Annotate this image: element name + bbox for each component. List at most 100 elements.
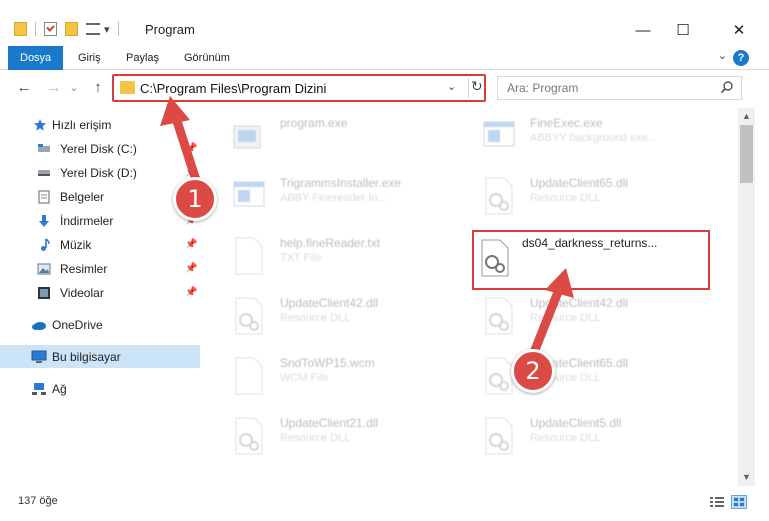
divider: [35, 22, 36, 36]
annotation-badge-1: 1: [173, 177, 217, 221]
file-name: UpdateClient21.dll: [280, 416, 379, 430]
file-name: ds04_darkness_returns...: [522, 236, 658, 250]
sidebar-item-label: Hızlı erişim: [52, 117, 112, 132]
file-name: UpdateClient65.dll: [530, 176, 629, 190]
list-item[interactable]: UpdateClient42.dll Resource DLL: [218, 288, 468, 340]
refresh-button[interactable]: ↻: [471, 78, 483, 95]
folder-icon[interactable]: [14, 22, 27, 36]
dll-icon: [235, 417, 263, 455]
dll-icon: [481, 239, 509, 277]
tab-giris[interactable]: Giriş: [66, 46, 113, 70]
vertical-scrollbar[interactable]: ▲ ▼: [738, 108, 755, 486]
dll-icon: [485, 417, 513, 455]
dll-icon: [235, 297, 263, 335]
sidebar-item-label: Videolar: [60, 285, 104, 300]
pin-icon: 📌: [185, 239, 198, 250]
cloud-icon: [32, 321, 46, 330]
file-name: help.fineReader.txt: [280, 236, 381, 250]
search-input[interactable]: Ara: Program: [507, 81, 578, 95]
details-view-icon[interactable]: [709, 495, 725, 509]
sidebar-item-onedrive[interactable]: OneDrive: [0, 313, 200, 336]
tab-gorunum[interactable]: Görünüm: [172, 46, 242, 70]
file-type: Resource DLL: [530, 192, 601, 204]
txt-icon: [235, 357, 263, 395]
title-bar: ▾ Program — ☐ ✕: [0, 0, 769, 46]
address-path[interactable]: C:\Program Files\Program Dizini: [140, 81, 326, 96]
scroll-thumb[interactable]: [740, 125, 753, 183]
file-type: Resource DLL: [280, 432, 351, 444]
sidebar-item-music[interactable]: Müzik 📌: [0, 233, 200, 256]
maximize-button[interactable]: ☐: [660, 14, 706, 46]
navigation-bar: ← → ⌄ ↑ C:\Program Files\Program Dizini …: [0, 70, 769, 108]
ribbon-tabs: Dosya Giriş Paylaş Görünüm ⌄ ?: [0, 46, 769, 70]
scroll-down-button[interactable]: ▼: [738, 469, 755, 486]
file-name: TrigrammsInstaller.exe: [280, 176, 401, 190]
sidebar-item-videos[interactable]: Videolar 📌: [0, 281, 200, 304]
file-name: UpdateClient42.dll: [530, 296, 629, 310]
list-item[interactable]: TrigrammsInstaller.exe ABBY Finereader I…: [218, 168, 468, 220]
search-icon: [720, 81, 733, 94]
divider: [468, 78, 469, 98]
list-item[interactable]: FineExec.exe ABBYY background exe...: [468, 108, 718, 160]
close-button[interactable]: ✕: [716, 14, 762, 46]
list-item[interactable]: UpdateClient21.dll Resource DLL: [218, 408, 468, 460]
recent-locations-button[interactable]: ⌄: [64, 78, 84, 98]
list-item[interactable]: UpdateClient5.dll Resource DLL: [468, 408, 718, 460]
up-button[interactable]: ↑: [88, 78, 108, 98]
sidebar-item-label: Ağ: [52, 381, 67, 396]
star-icon: [34, 118, 46, 131]
tiles-view-icon[interactable]: [731, 495, 747, 509]
ribbon-collapse-icon[interactable]: ⌄: [718, 49, 727, 62]
customize-toolbar-icon[interactable]: [86, 23, 100, 35]
file-name: SndToWP15.wcm: [280, 356, 375, 370]
sidebar-item-documents[interactable]: Belgeler 📌: [0, 185, 200, 208]
network-icon: [32, 382, 46, 395]
list-item[interactable]: UpdateClient65.dll Resource DLL: [468, 168, 718, 220]
music-icon: [41, 237, 50, 251]
sidebar-item-label: OneDrive: [52, 317, 103, 332]
sidebar-item-this-pc[interactable]: Bu bilgisayar: [0, 345, 200, 368]
status-bar: 137 öğe: [0, 488, 769, 521]
help-icon[interactable]: ?: [733, 50, 749, 66]
folder-icon: [120, 81, 135, 94]
back-button[interactable]: ←: [14, 78, 34, 98]
sidebar-item-local-disk-c[interactable]: Yerel Disk (C:) 📌: [0, 137, 200, 160]
list-item[interactable]: UpdateClient65.dll Resource DLL: [468, 348, 718, 400]
sidebar-item-label: Yerel Disk (C:): [60, 141, 137, 156]
txt-icon: [235, 237, 263, 275]
exe-icon: [233, 125, 261, 149]
exe-icon: [483, 121, 515, 147]
address-bar[interactable]: C:\Program Files\Program Dizini ⌄ ↻: [112, 74, 486, 102]
file-type: ABBYY background exe...: [530, 132, 657, 144]
list-item[interactable]: UpdateClient42.dll Resource DLL: [468, 288, 718, 340]
sidebar-item-pictures[interactable]: Resimler 📌: [0, 257, 200, 280]
videos-icon: [38, 286, 50, 299]
sidebar-item-quick-access[interactable]: Hızlı erişim: [0, 113, 200, 136]
new-folder-icon[interactable]: [65, 22, 78, 36]
pictures-icon: [37, 263, 51, 274]
window-title: Program: [145, 22, 195, 37]
sidebar-item-network[interactable]: Ağ: [0, 377, 200, 400]
file-name: UpdateClient42.dll: [280, 296, 379, 310]
sidebar-item-downloads[interactable]: İndirmeler 📌: [0, 209, 200, 232]
drive-icon: [38, 169, 50, 176]
exe-icon: [233, 181, 265, 207]
scroll-up-button[interactable]: ▲: [738, 108, 755, 125]
tab-paylas[interactable]: Paylaş: [114, 46, 171, 70]
sidebar-item-label: İndirmeler: [60, 213, 114, 228]
sidebar-item-local-disk-d[interactable]: Yerel Disk (D:) 📌: [0, 161, 200, 184]
pin-icon: 📌: [185, 143, 198, 154]
dll-icon: [485, 297, 513, 335]
list-item[interactable]: help.fineReader.txt TXT File: [218, 228, 468, 280]
search-box[interactable]: Ara: Program: [497, 76, 742, 100]
sidebar-item-label: Bu bilgisayar: [52, 349, 121, 364]
list-item[interactable]: SndToWP15.wcm WCM File: [218, 348, 468, 400]
list-item-highlighted[interactable]: ds04_darkness_returns...: [472, 230, 710, 290]
properties-icon[interactable]: [44, 22, 57, 36]
address-dropdown-icon[interactable]: ⌄: [447, 80, 456, 93]
quick-access-dropdown[interactable]: ▾: [104, 23, 110, 36]
computer-icon: [31, 350, 47, 363]
list-item[interactable]: program.exe: [218, 108, 468, 160]
forward-button[interactable]: →: [44, 78, 64, 98]
tab-dosya[interactable]: Dosya: [8, 46, 64, 70]
